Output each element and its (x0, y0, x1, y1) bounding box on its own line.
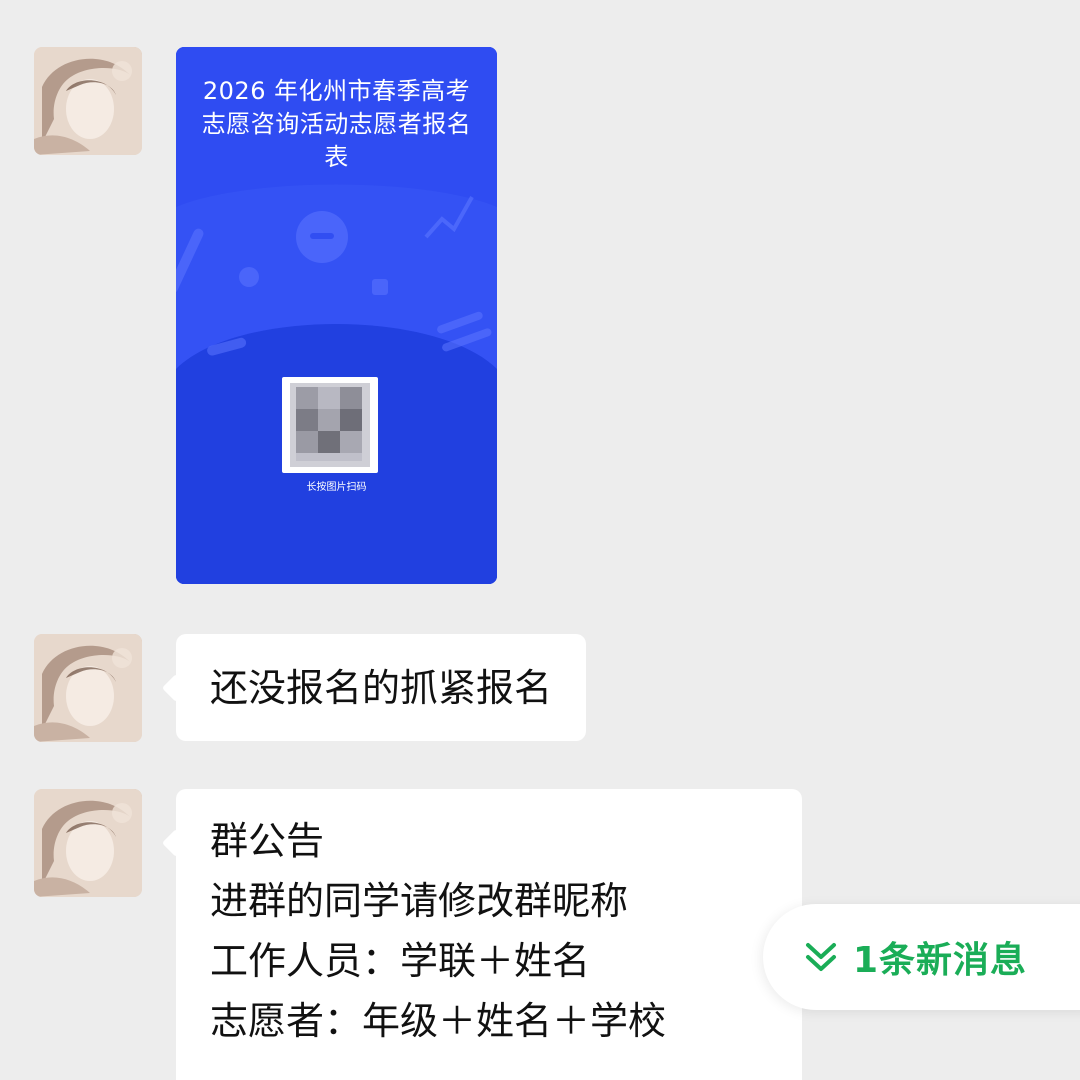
card-title: 2026 年化州市春季高考志愿咨询活动志愿者报名表 (201, 77, 472, 171)
announcement-text: 群公告 进群的同学请修改群昵称 工作人员：学联＋姓名 志愿者：年级＋姓名＋学校 (210, 819, 667, 1043)
new-message-indicator[interactable]: 1条新消息 (763, 904, 1080, 1010)
message-text: 还没报名的抓紧报名 (210, 666, 553, 710)
avatar[interactable] (34, 634, 142, 742)
qr-caption: 长按图片扫码 (306, 482, 367, 493)
avatar-image (34, 634, 142, 742)
double-chevron-down-icon (803, 939, 839, 975)
qr-code-blurred (290, 383, 370, 467)
avatar[interactable] (34, 789, 142, 897)
avatar-image (34, 47, 142, 155)
mini-program-card[interactable]: 2026 年化州市春季高考志愿咨询活动志愿者报名表 长按图片扫码 (176, 47, 497, 584)
avatar-image (34, 789, 142, 897)
announcement-bubble[interactable]: 群公告 进群的同学请修改群昵称 工作人员：学联＋姓名 志愿者：年级＋姓名＋学校 (176, 789, 802, 1080)
new-message-label: 1条新消息 (853, 940, 1028, 981)
message-bubble[interactable]: 还没报名的抓紧报名 (176, 634, 587, 741)
qr-code-image[interactable] (282, 377, 378, 473)
avatar[interactable] (34, 47, 142, 155)
